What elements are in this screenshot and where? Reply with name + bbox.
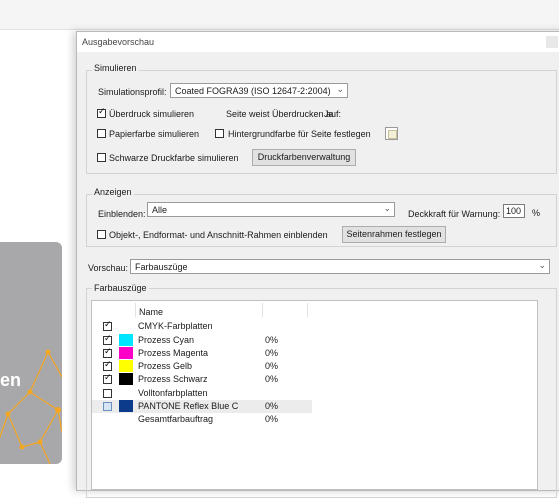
- row-percentage: 0%: [265, 374, 279, 384]
- black-ink-label: Schwarze Druckfarbe simulieren: [109, 153, 239, 163]
- list-item[interactable]: Gesamtfarbauftrag 0%: [92, 413, 312, 426]
- row-percentage: 0%: [265, 414, 279, 424]
- card-heading-fragment: en: [0, 370, 22, 390]
- ink-manager-button[interactable]: Druckfarbenverwaltung: [252, 149, 356, 166]
- row-name: Prozess Magenta: [138, 348, 209, 358]
- row-percentage: 0%: [265, 348, 279, 358]
- page-frames-button[interactable]: Seitenrahmen festlegen: [342, 226, 446, 243]
- simulate-group-title: Simulieren: [92, 63, 139, 73]
- show-value: Alle: [152, 205, 168, 215]
- color-swatch: [119, 347, 133, 359]
- overprint-checkbox[interactable]: [97, 107, 106, 118]
- row-checkbox[interactable]: [103, 402, 112, 411]
- row-name: Prozess Cyan: [138, 335, 195, 345]
- row-percentage: 0%: [265, 335, 279, 345]
- simulation-profile-label: Simulationsprofil:: [98, 87, 167, 97]
- list-item[interactable]: CMYK-Farbplatten: [92, 320, 312, 333]
- row-checkbox[interactable]: [103, 360, 112, 371]
- paper-color-checkbox[interactable]: [97, 129, 106, 138]
- overprint-label: Überdruck simulieren: [109, 109, 195, 119]
- row-checkbox[interactable]: [103, 389, 112, 398]
- page-overprint-value: Ja: [324, 109, 334, 119]
- row-name: PANTONE Reflex Blue C: [138, 401, 239, 411]
- list-item[interactable]: Prozess Cyan 0%: [92, 334, 312, 347]
- simulation-profile-select[interactable]: Coated FOGRA39 (ISO 12647-2:2004) ⌄: [170, 83, 348, 98]
- document-image-card: en: [0, 242, 62, 464]
- row-checkbox[interactable]: [103, 320, 112, 331]
- row-checkbox[interactable]: [103, 373, 112, 384]
- list-item[interactable]: Prozess Gelb 0%: [92, 360, 312, 373]
- color-swatch: [119, 360, 133, 372]
- color-swatch: [119, 373, 133, 385]
- row-name: Volltonfarbplatten: [138, 388, 208, 398]
- display-group-title: Anzeigen: [92, 187, 134, 197]
- chevron-down-icon: ⌄: [383, 204, 391, 214]
- column-header-name: Name: [139, 307, 164, 317]
- show-select[interactable]: Alle ⌄: [147, 202, 395, 217]
- list-item[interactable]: PANTONE Reflex Blue C 0%: [92, 400, 312, 413]
- column-divider: [262, 303, 263, 317]
- chevron-down-icon: ⌄: [538, 261, 546, 271]
- frames-label: Objekt-, Endformat- und Anschnitt-Rahmen…: [109, 230, 328, 240]
- preview-select[interactable]: Farbauszüge ⌄: [130, 259, 550, 274]
- row-checkbox[interactable]: [103, 334, 112, 345]
- app-toolbar: [0, 0, 559, 30]
- column-divider: [307, 303, 308, 317]
- bg-color-checkbox[interactable]: [215, 129, 224, 138]
- row-percentage: 0%: [265, 401, 279, 411]
- dialog-title: Ausgabevorschau: [82, 37, 155, 47]
- opacity-input[interactable]: 100: [503, 204, 525, 218]
- network-graphic: [0, 349, 62, 464]
- chevron-down-icon: ⌄: [336, 85, 344, 95]
- list-item[interactable]: Prozess Magenta 0%: [92, 347, 312, 360]
- row-name: CMYK-Farbplatten: [138, 321, 213, 331]
- opacity-unit: %: [532, 208, 541, 218]
- row-name: Prozess Gelb: [138, 361, 193, 371]
- color-swatch: [119, 400, 133, 412]
- opacity-label: Deckkraft für Warnung:: [408, 209, 501, 219]
- column-divider: [135, 303, 136, 317]
- row-name: Gesamtfarbauftrag: [138, 414, 214, 424]
- show-label: Einblenden:: [98, 209, 146, 219]
- bg-color-label: Hintergrundfarbe für Seite festlegen: [228, 129, 371, 139]
- close-button[interactable]: [546, 36, 558, 48]
- bg-color-swatch-button[interactable]: [385, 127, 398, 140]
- separations-group-title: Farbauszüge: [92, 283, 149, 293]
- dialog-titlebar[interactable]: Ausgabevorschau: [77, 32, 559, 52]
- output-preview-dialog: Ausgabevorschau Simulieren Simulationspr…: [76, 31, 559, 498]
- black-ink-checkbox[interactable]: [97, 153, 106, 162]
- row-name: Prozess Schwarz: [138, 374, 208, 384]
- list-item[interactable]: Volltonfarbplatten: [92, 387, 312, 400]
- list-item[interactable]: Prozess Schwarz 0%: [92, 373, 312, 386]
- frames-checkbox[interactable]: [97, 230, 106, 239]
- color-swatch: [119, 334, 133, 346]
- row-checkbox[interactable]: [103, 347, 112, 358]
- paper-color-label: Papierfarbe simulieren: [109, 129, 200, 139]
- separations-list: Name CMYK-Farbplatten Prozess Cyan 0% Pr…: [91, 300, 538, 490]
- preview-value: Farbauszüge: [135, 262, 188, 272]
- preview-label: Vorschau:: [88, 263, 129, 273]
- simulation-profile-value: Coated FOGRA39 (ISO 12647-2:2004): [175, 86, 331, 96]
- row-percentage: 0%: [265, 361, 279, 371]
